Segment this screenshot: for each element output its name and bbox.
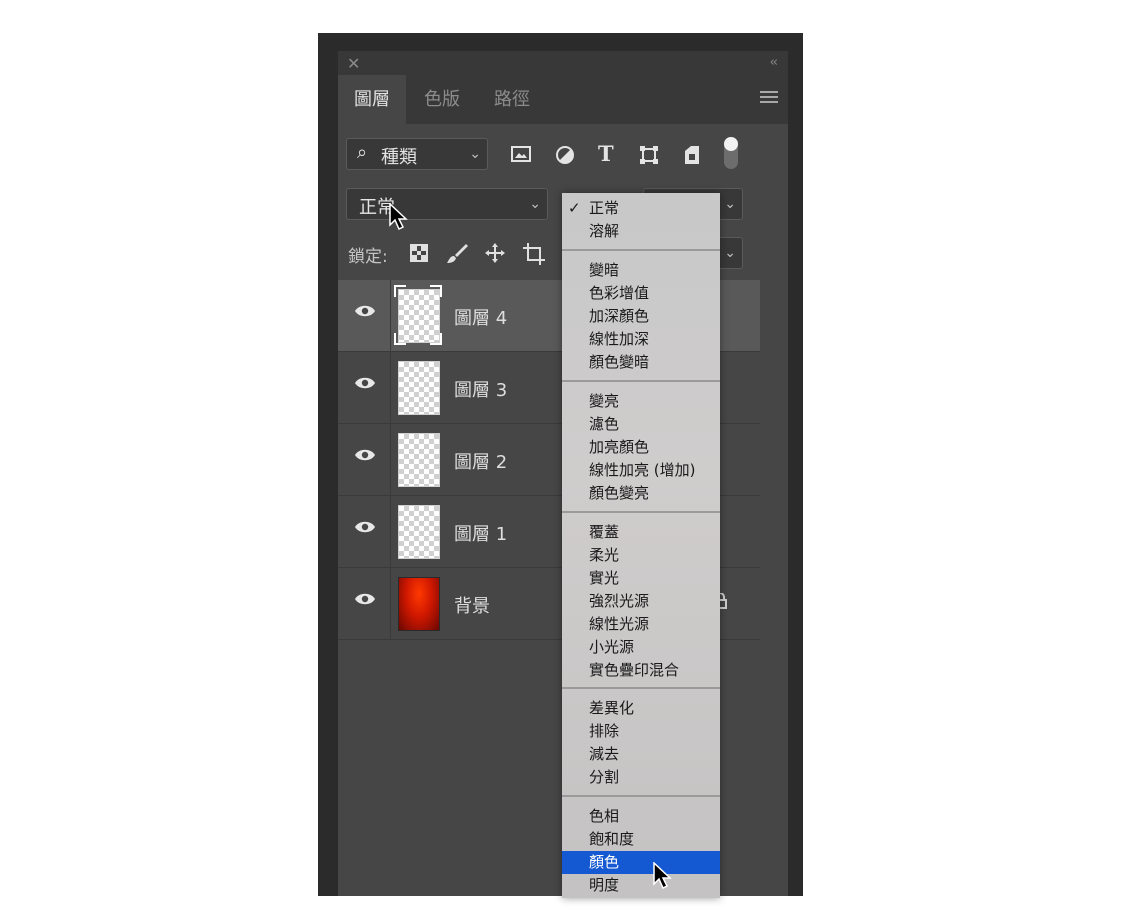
selection-bracket <box>394 285 442 345</box>
close-icon[interactable]: ✕ <box>347 54 360 73</box>
menu-item-normal[interactable]: ✓ 正常 <box>562 197 720 220</box>
mouse-cursor-icon <box>389 203 408 231</box>
mouse-cursor-icon <box>653 862 672 890</box>
menu-group-normal: ✓ 正常 溶解 <box>562 197 720 243</box>
menu-item-divide[interactable]: 分割 <box>562 766 720 789</box>
layer-name: 圖層 4 <box>454 308 508 329</box>
menu-item-linear-dodge[interactable]: 線性加亮 (增加) <box>562 459 720 482</box>
visibility-eye-icon[interactable] <box>354 520 376 534</box>
type-filter-icon[interactable]: T <box>598 141 614 166</box>
layer-thumbnail <box>398 361 440 415</box>
layer-name: 背景 <box>454 596 490 617</box>
menu-item-screen[interactable]: 濾色 <box>562 413 720 436</box>
menu-item-linear-burn[interactable]: 線性加深 <box>562 328 720 351</box>
search-icon: ⌕ <box>357 142 368 163</box>
menu-divider <box>562 687 720 689</box>
panel-tabs: 圖層 色版 路徑 <box>338 75 788 124</box>
menu-item-label: 正常 <box>589 199 620 217</box>
menu-item-exclusion[interactable]: 排除 <box>562 720 720 743</box>
menu-item-color-dodge[interactable]: 加亮顏色 <box>562 436 720 459</box>
layer-name: 圖層 3 <box>454 380 508 401</box>
chevron-down-icon: ⌄ <box>724 196 736 212</box>
menu-item-color[interactable]: 顏色 <box>562 851 720 874</box>
menu-group-overlay: 覆蓋 柔光 實光 強烈光源 線性光源 小光源 實色疊印混合 <box>562 521 720 682</box>
tab-paths[interactable]: 路徑 <box>478 75 546 124</box>
kind-filter-label: 種類 <box>381 147 417 168</box>
menu-item-subtract[interactable]: 減去 <box>562 743 720 766</box>
smart-object-filter-icon[interactable] <box>683 145 701 165</box>
shape-filter-icon[interactable] <box>639 145 659 165</box>
lock-transparency-icon[interactable] <box>410 244 428 262</box>
menu-item-dissolve[interactable]: 溶解 <box>562 220 720 243</box>
menu-divider <box>562 380 720 382</box>
menu-item-soft-light[interactable]: 柔光 <box>562 544 720 567</box>
lock-artboard-crop-icon[interactable] <box>522 242 546 266</box>
filter-toggle-switch[interactable] <box>724 137 738 169</box>
menu-group-darken: 變暗 色彩增值 加深顏色 線性加深 顏色變暗 <box>562 259 720 374</box>
image-filter-icon[interactable] <box>511 145 531 163</box>
menu-item-lighten[interactable]: 變亮 <box>562 390 720 413</box>
panel-menu-icon[interactable] <box>760 91 778 106</box>
visibility-eye-icon[interactable] <box>354 592 376 606</box>
menu-item-multiply[interactable]: 色彩增值 <box>562 282 720 305</box>
checkmark-icon: ✓ <box>568 199 581 217</box>
lock-paint-brush-icon[interactable] <box>446 242 468 264</box>
layer-name: 圖層 2 <box>454 452 508 473</box>
layer-name: 圖層 1 <box>454 524 508 545</box>
menu-item-luminosity[interactable]: 明度 <box>562 874 720 897</box>
visibility-eye-icon[interactable] <box>354 376 376 390</box>
menu-item-hard-mix[interactable]: 實色疊印混合 <box>562 659 720 682</box>
adjustment-filter-icon[interactable] <box>555 145 575 165</box>
menu-divider <box>562 249 720 251</box>
menu-item-overlay[interactable]: 覆蓋 <box>562 521 720 544</box>
menu-item-vivid-light[interactable]: 強烈光源 <box>562 590 720 613</box>
menu-item-pin-light[interactable]: 小光源 <box>562 636 720 659</box>
chevron-down-icon: ⌄ <box>469 146 481 162</box>
filter-row: ⌕ 種類 ⌄ T <box>338 135 788 175</box>
menu-item-darken[interactable]: 變暗 <box>562 259 720 282</box>
menu-item-hard-light[interactable]: 實光 <box>562 567 720 590</box>
panel-title-bar: ✕ ‹‹ <box>338 51 788 75</box>
layer-thumbnail <box>398 505 440 559</box>
menu-item-linear-light[interactable]: 線性光源 <box>562 613 720 636</box>
menu-item-hue[interactable]: 色相 <box>562 805 720 828</box>
collapse-icon[interactable]: ‹‹ <box>770 55 779 70</box>
menu-group-lighten: 變亮 濾色 加亮顏色 線性加亮 (增加) 顏色變亮 <box>562 390 720 505</box>
layer-thumbnail <box>398 433 440 487</box>
tab-channels[interactable]: 色版 <box>408 75 476 124</box>
menu-item-saturation[interactable]: 飽和度 <box>562 828 720 851</box>
blend-mode-select[interactable]: 正常 ⌄ <box>346 188 548 220</box>
chevron-down-icon: ⌄ <box>529 196 541 212</box>
kind-filter-select[interactable]: ⌕ 種類 ⌄ <box>346 138 488 170</box>
lock-label: 鎖定: <box>348 247 388 267</box>
lock-position-move-icon[interactable] <box>484 242 506 264</box>
visibility-eye-icon[interactable] <box>354 448 376 462</box>
menu-item-darker-color[interactable]: 顏色變暗 <box>562 351 720 374</box>
menu-item-lighter-color[interactable]: 顏色變亮 <box>562 482 720 505</box>
blend-mode-dropdown-menu: ✓ 正常 溶解 變暗 色彩增值 加深顏色 線性加深 顏色變暗 變亮 濾色 加亮顏… <box>562 193 720 898</box>
layer-thumbnail <box>398 577 440 631</box>
visibility-eye-icon[interactable] <box>354 304 376 318</box>
tab-layers[interactable]: 圖層 <box>338 75 406 124</box>
menu-divider <box>562 795 720 797</box>
menu-group-hue: 色相 飽和度 顏色 明度 <box>562 805 720 897</box>
menu-item-color-burn[interactable]: 加深顏色 <box>562 305 720 328</box>
menu-divider <box>562 511 720 513</box>
menu-item-difference[interactable]: 差異化 <box>562 697 720 720</box>
toggle-knob <box>724 137 738 151</box>
menu-group-difference: 差異化 排除 減去 分割 <box>562 697 720 789</box>
